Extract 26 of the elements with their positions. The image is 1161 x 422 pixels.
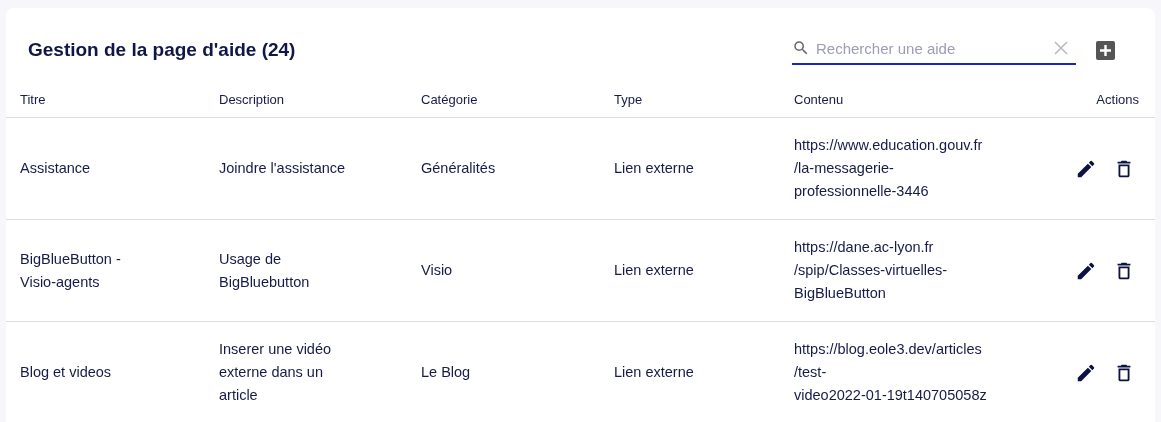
table-cell-text: Visio	[421, 261, 453, 280]
column-header: Type	[614, 92, 643, 107]
table-cell-text: Lien externe	[614, 261, 694, 280]
add-button[interactable]	[1096, 40, 1115, 60]
column-header: Actions	[1096, 92, 1139, 107]
table-cell-text: Blog et videos	[20, 363, 112, 382]
table-cell-text: Généralités	[421, 159, 496, 178]
column-header: Description	[219, 92, 285, 107]
table-cell-text: https://www.education.gouv.fr /la-messagerie- professionnelle-3446	[794, 136, 983, 201]
column-header: Contenu	[794, 92, 844, 107]
table-cell-text: Assistance	[20, 159, 91, 178]
search-field[interactable]: Rechercher une aide	[810, 39, 1054, 57]
table-cell-text: Lien externe	[614, 159, 694, 178]
page-title: Gestion de la page d'aide (24)	[28, 39, 297, 61]
table-cell-text: Inserer une vidéo externe dans un article	[219, 340, 332, 405]
table-cell-text: https://blog.eole3.dev/articles /test- video2022-01-19t140705058z	[794, 340, 987, 405]
table-cell-text: Le Blog	[421, 363, 471, 382]
table-cell-text: https://dane.ac-lyon.fr /spip/Classes-virtuelles- BigBlueButton	[794, 238, 948, 303]
column-header: Catégorie	[421, 92, 478, 107]
column-header: Titre	[20, 92, 46, 107]
table-cell-text: Usage de BigBluebutton	[219, 249, 310, 292]
plus-icon	[1099, 43, 1112, 57]
table-cell-text: BigBlueButton - Visio-agents	[20, 249, 121, 292]
table-cell-text: Lien externe	[614, 363, 694, 382]
table-cell-text: Joindre l'assistance	[219, 159, 346, 178]
search-icon	[792, 39, 810, 57]
